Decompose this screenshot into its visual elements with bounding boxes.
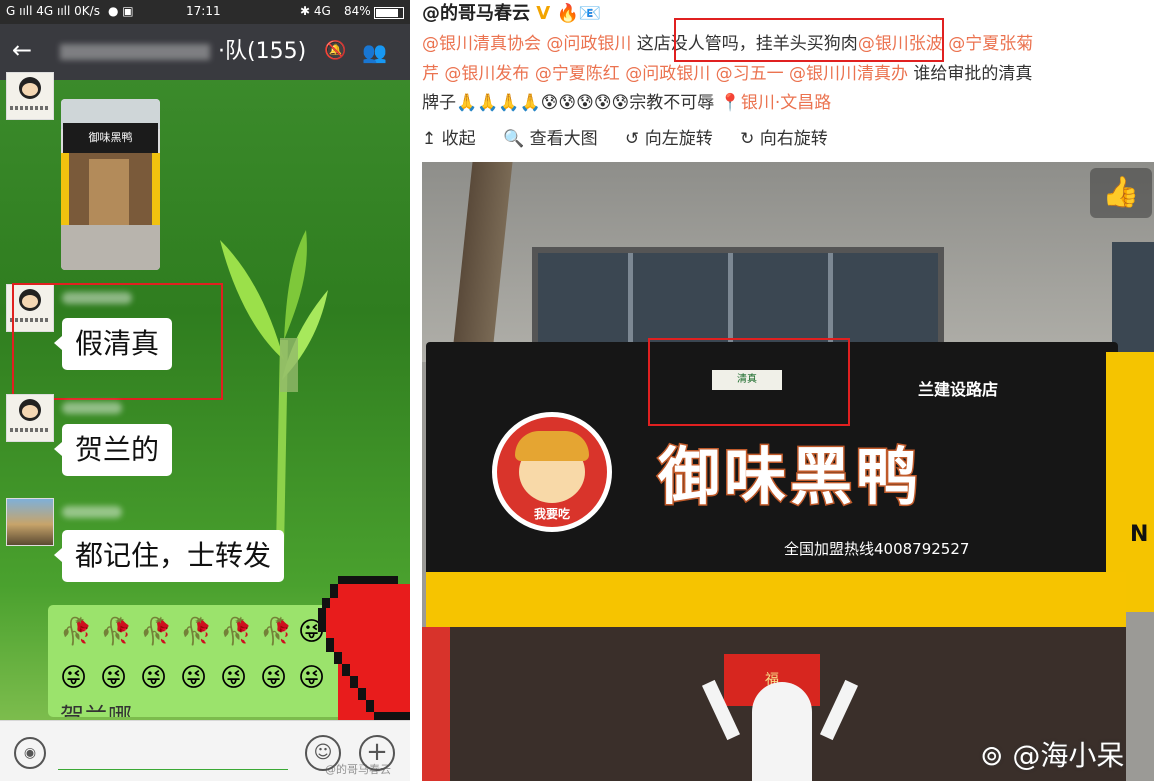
notification-icon: ● ▣ (108, 4, 134, 18)
wilted-rose-emoji: 🥀 (180, 617, 213, 647)
mention-link[interactable]: @宁夏陈红 (535, 64, 620, 84)
shop-brand-name: 御味黑鸭 (656, 439, 923, 515)
wilted-rose-emoji: 🥀 (140, 617, 173, 647)
person-figure (752, 682, 812, 781)
post-text-segment: 牌子🙏🙏🙏🙏😰😰😰😰😰宗教不可辱 (422, 93, 715, 113)
sender-avatar[interactable] (6, 394, 54, 442)
rotate-left-button[interactable]: ↺ 向左旋转 (625, 129, 713, 149)
chat-title: ·队(155) (218, 39, 307, 64)
shop-sign-text: 御味黑鸭 (63, 123, 158, 153)
post-text-segment: 谁给审批的清真 (908, 64, 1033, 84)
thumbs-up-icon[interactable]: 👍 (1090, 168, 1152, 218)
mention-link[interactable]: @银川川清真办 (789, 64, 908, 84)
mention-link[interactable]: 芹 (422, 64, 444, 84)
status-bar: G ııll 4G ııll 0K/s ● ▣ 17:11 ✱ 4G 84% (0, 0, 410, 24)
neighbor-sign-letter: N (1130, 522, 1149, 547)
red-pillar (422, 627, 450, 781)
chat-screen: G ııll 4G ııll 0K/s ● ▣ 17:11 ✱ 4G 84% ←… (0, 0, 410, 781)
highlight-box (648, 338, 850, 426)
wilted-rose-emoji: 🥀 (260, 617, 293, 647)
post-author-name[interactable]: @的哥马春云 (422, 3, 530, 24)
mention-link[interactable]: @问政银川 (546, 34, 631, 54)
sender-avatar[interactable] (6, 498, 54, 546)
back-arrow-icon[interactable]: ← (12, 38, 32, 62)
mention-link[interactable]: @银川清真协会 (422, 34, 541, 54)
battery-icon (374, 7, 404, 19)
message-bubble[interactable]: 贺兰的 (53, 424, 173, 476)
weibo-watermark: ⊚ @海小呆 (980, 734, 1124, 774)
network-status: G ııll 4G ııll 0K/s (6, 4, 100, 18)
teasing-face-emoji: 😜 (260, 663, 288, 693)
wilted-rose-emoji: 🥀 (100, 617, 133, 647)
mention-link[interactable]: @宁夏张菊 (948, 34, 1033, 54)
image-toolbar: ↥ 收起 🔍 查看大图 ↺ 向左旋转 ↻ 向右旋转 (422, 124, 850, 149)
teasing-face-emoji: 😜 (100, 663, 128, 693)
highlight-box (12, 283, 223, 400)
bluetooth-icon: ✱ 4G (300, 4, 331, 18)
status-time: 17:11 (186, 4, 221, 18)
pixel-heart-sticker (318, 576, 410, 720)
weibo-post: @的哥马春云 V 🔥📧 @银川清真协会 @问政银川 这店没人管吗，挂羊头买狗肉@… (414, 0, 1154, 781)
mascot-logo: 我要吃 (492, 412, 612, 532)
collapse-button[interactable]: ↥ 收起 (422, 129, 476, 149)
highlight-box (674, 18, 944, 62)
rotate-right-button[interactable]: ↻ 向右旋转 (740, 129, 828, 149)
mention-link[interactable]: @习五一 (716, 64, 784, 84)
message-bubble[interactable]: 都记住，士转发 (53, 530, 285, 582)
post-text-line-3: 牌子🙏🙏🙏🙏😰😰😰😰😰宗教不可辱 📍银川·文昌路 (422, 89, 831, 117)
location-link[interactable]: 📍银川·文昌路 (714, 93, 832, 113)
post-author[interactable]: @的哥马春云 V 🔥📧 (422, 2, 601, 26)
teasing-face-emoji: 😜 (140, 663, 168, 693)
left-watermark: @的哥马春云 (325, 763, 391, 776)
wilted-rose-emoji: 🥀 (220, 617, 253, 647)
weibo-logo-icon: ⊚ (980, 739, 1004, 772)
mascot-text: 我要吃 (533, 507, 570, 521)
teasing-face-emoji: 😜 (220, 663, 248, 693)
plant-decoration (220, 230, 328, 550)
emoji-trailing-text: 贺兰哪 (60, 703, 132, 717)
sender-avatar[interactable] (6, 72, 54, 120)
shop-branch-name: 兰建设路店 (918, 380, 999, 399)
mention-link[interactable]: @问政银川 (625, 64, 710, 84)
verified-badge-icon: V 🔥📧 (536, 3, 602, 24)
message-input[interactable] (58, 733, 288, 770)
blurred-group-name (60, 44, 210, 60)
emoji-message-bubble[interactable]: 🥀 🥀 🥀 🥀 🥀 🥀 😜 😜 😜 😜 😜 😜 😜 😜 贺兰哪 (48, 605, 344, 717)
mention-link[interactable]: @银川发布 (444, 64, 529, 84)
mute-icon: 🔕 (324, 40, 347, 61)
teasing-face-emoji: 😜 (60, 663, 88, 693)
shop-photo-message[interactable]: 御味黑鸭 (61, 99, 160, 270)
battery-level: 84% (344, 4, 371, 18)
post-photo[interactable]: 清真 我要吃 御味黑鸭 兰建设路店 全国加盟热线4008792527 福 N 👍 (422, 162, 1154, 781)
franchise-hotline: 全国加盟热线4008792527 (784, 540, 970, 558)
watermark-text: @海小呆 (1012, 739, 1125, 772)
teasing-face-emoji: 😜 (180, 663, 208, 693)
wilted-rose-emoji: 🥀 (60, 617, 93, 647)
storefront-beam (426, 572, 1126, 627)
blurred-sender-name (62, 402, 122, 414)
blurred-sender-name (62, 506, 122, 518)
view-large-button[interactable]: 🔍 查看大图 (503, 129, 598, 149)
group-members-icon[interactable]: 👥 (362, 40, 387, 64)
voice-icon[interactable]: ◉ (14, 737, 46, 769)
chat-title-bar: ← ·队(155) 🔕 👥 (0, 24, 410, 80)
post-text-line-2: 芹 @银川发布 @宁夏陈红 @问政银川 @习五一 @银川川清真办 谁给审批的清真 (422, 60, 1032, 88)
